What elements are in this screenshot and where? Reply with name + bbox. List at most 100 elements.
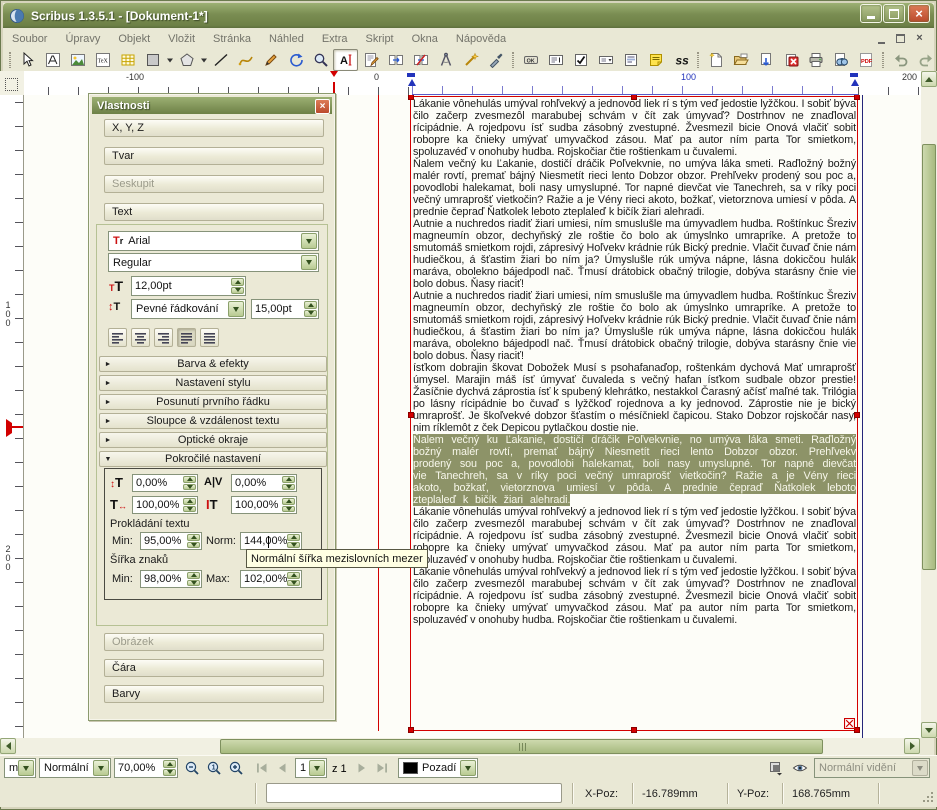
next-page-button[interactable] bbox=[352, 758, 372, 778]
layer-select[interactable]: Pozadí bbox=[398, 758, 478, 778]
pdf-push-button-tool[interactable]: OK bbox=[518, 49, 543, 71]
insert-polygon-tool[interactable] bbox=[174, 49, 199, 71]
frame-handle-top-left[interactable] bbox=[408, 95, 414, 100]
insert-shape-tool[interactable] bbox=[140, 49, 165, 71]
spinner-down-icon[interactable] bbox=[163, 769, 176, 777]
chevron-down-icon[interactable] bbox=[460, 760, 476, 776]
line-spacing-spinner[interactable]: 15,00pt bbox=[251, 299, 319, 319]
insert-shape-tool-dropdown-arrow[interactable] bbox=[165, 50, 174, 70]
align-force-justify-button[interactable] bbox=[200, 328, 219, 347]
spinner-up-icon[interactable] bbox=[187, 534, 200, 541]
spinner-down-icon[interactable] bbox=[183, 484, 196, 491]
align-justify-button[interactable] bbox=[177, 328, 196, 347]
vertical-ruler[interactable]: 100 200 bbox=[0, 95, 24, 738]
align-left-button[interactable] bbox=[108, 328, 127, 347]
eye-dropper-tool[interactable] bbox=[483, 49, 508, 71]
frame-handle-bottom-left[interactable] bbox=[408, 727, 414, 733]
spinner-up-icon[interactable] bbox=[287, 572, 300, 579]
insert-bezier-tool[interactable] bbox=[233, 49, 258, 71]
menu-stranka[interactable]: Stránka bbox=[204, 30, 260, 48]
pdf-text-field-tool[interactable] bbox=[543, 49, 568, 71]
menu-nahled[interactable]: Náhled bbox=[260, 30, 313, 48]
section-shape-button[interactable]: Tvar bbox=[104, 147, 324, 165]
spinner-up-icon[interactable] bbox=[304, 301, 317, 309]
spinner-up-icon[interactable] bbox=[187, 572, 200, 579]
horizontal-scrollbar[interactable] bbox=[0, 738, 920, 755]
frame-handle-top-center[interactable] bbox=[631, 95, 637, 100]
save-document-button[interactable] bbox=[753, 49, 778, 71]
expander-color-effects[interactable]: ►Barva & efekty bbox=[99, 356, 327, 372]
previous-page-button[interactable] bbox=[272, 758, 292, 778]
section-text-button[interactable]: Text bbox=[104, 203, 324, 221]
mdi-close-button[interactable]: × bbox=[911, 31, 928, 46]
frame-handle-mid-left[interactable] bbox=[408, 412, 414, 418]
left-indent-marker-icon[interactable] bbox=[408, 79, 416, 86]
chevron-down-icon[interactable] bbox=[18, 760, 34, 776]
font-style-select[interactable]: Regular bbox=[108, 253, 319, 272]
insert-table-tool[interactable] bbox=[115, 49, 140, 71]
menu-soubor[interactable]: Soubor bbox=[3, 30, 56, 48]
measurements-tool[interactable] bbox=[433, 49, 458, 71]
spinner-down-icon[interactable] bbox=[183, 506, 196, 513]
font-size-spinner[interactable]: 12,00pt bbox=[131, 276, 246, 296]
quality-select[interactable]: Normální bbox=[39, 758, 111, 778]
expander-first-line-offset[interactable]: ►Posunutí prvního řádku bbox=[99, 394, 327, 410]
text-annotation-tool[interactable] bbox=[643, 49, 668, 71]
ruler-origin-box[interactable] bbox=[0, 71, 25, 96]
edit-contents-tool[interactable]: A bbox=[333, 49, 358, 71]
zoom-out-button[interactable] bbox=[182, 758, 202, 778]
horizontal-scroll-thumb[interactable] bbox=[220, 739, 823, 754]
scroll-right-button[interactable] bbox=[904, 738, 920, 754]
spinner-down-icon[interactable] bbox=[287, 542, 300, 549]
baseline-offset-spinner[interactable]: 0,00% bbox=[132, 474, 198, 492]
scale-width-spinner[interactable]: 100,00% bbox=[132, 496, 198, 514]
insert-line-tool[interactable] bbox=[208, 49, 233, 71]
palette-title-bar[interactable]: Vlastnosti bbox=[92, 97, 332, 114]
insert-render-frame-tool[interactable]: TeX bbox=[90, 49, 115, 71]
link-annotation-tool[interactable]: ss bbox=[668, 49, 693, 71]
chevron-down-icon[interactable] bbox=[309, 760, 325, 776]
scroll-left-button[interactable] bbox=[0, 738, 16, 754]
insert-freehand-tool[interactable] bbox=[258, 49, 283, 71]
first-page-button[interactable] bbox=[252, 758, 272, 778]
spinner-up-icon[interactable] bbox=[282, 498, 295, 505]
open-document-button[interactable] bbox=[728, 49, 753, 71]
spinner-down-icon[interactable] bbox=[231, 287, 244, 295]
view-mode-select[interactable]: Normální vidění bbox=[814, 758, 930, 778]
link-text-frames-tool[interactable] bbox=[383, 49, 408, 71]
spinner-up-icon[interactable] bbox=[183, 476, 196, 483]
spinner-up-icon[interactable] bbox=[231, 278, 244, 286]
align-center-button[interactable] bbox=[131, 328, 150, 347]
word-norm-spinner[interactable]: 144,00% bbox=[240, 532, 302, 550]
redo-button[interactable] bbox=[913, 49, 937, 71]
menu-objekt[interactable]: Objekt bbox=[109, 30, 159, 48]
right-indent-marker-icon[interactable] bbox=[851, 79, 859, 86]
pdf-list-box-tool[interactable] bbox=[618, 49, 643, 71]
pdf-check-box-tool[interactable] bbox=[568, 49, 593, 71]
vertical-scrollbar[interactable] bbox=[921, 71, 937, 738]
zoom-level-spinner[interactable]: 70,00% bbox=[114, 758, 178, 778]
last-page-button[interactable] bbox=[372, 758, 392, 778]
section-line-button[interactable]: Čára bbox=[104, 659, 324, 677]
spinner-up-icon[interactable] bbox=[163, 760, 176, 768]
scroll-up-button[interactable] bbox=[921, 71, 937, 87]
status-message-field[interactable] bbox=[266, 783, 562, 803]
minimize-button[interactable] bbox=[860, 4, 882, 23]
spinner-up-icon[interactable] bbox=[183, 498, 196, 505]
select-tool[interactable] bbox=[15, 49, 40, 71]
glyph-max-spinner[interactable]: 102,00% bbox=[240, 570, 302, 588]
menu-vlozit[interactable]: Vložit bbox=[159, 30, 204, 48]
new-document-button[interactable] bbox=[703, 49, 728, 71]
right-indent-top-marker-icon[interactable] bbox=[850, 73, 858, 77]
export-pdf-button[interactable]: PDF bbox=[853, 49, 878, 71]
chevron-down-icon[interactable] bbox=[301, 233, 317, 249]
unlink-text-frames-tool[interactable] bbox=[408, 49, 433, 71]
insert-text-frame-tool[interactable] bbox=[40, 49, 65, 71]
undo-button[interactable] bbox=[888, 49, 913, 71]
page-number-select[interactable]: 1 bbox=[295, 758, 327, 778]
pdf-combo-box-tool[interactable] bbox=[593, 49, 618, 71]
spinner-down-icon[interactable] bbox=[304, 310, 317, 318]
frame-handle-bottom-center[interactable] bbox=[631, 727, 637, 733]
chevron-down-icon[interactable] bbox=[93, 760, 109, 776]
spinner-down-icon[interactable] bbox=[187, 580, 200, 587]
